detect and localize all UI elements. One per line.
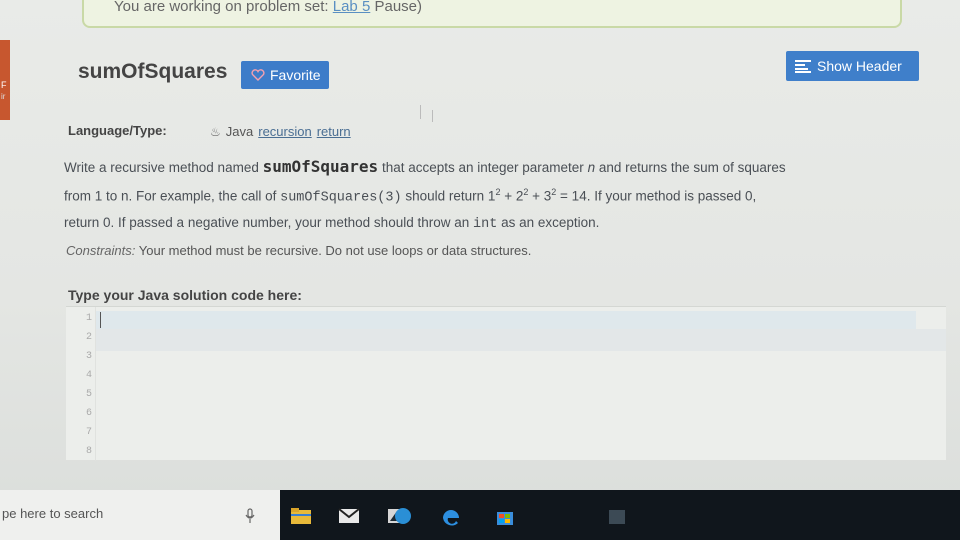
description-text: return 0. If passed a negative number, y… [64, 214, 473, 230]
method-name: sumOfSquares [262, 157, 379, 176]
taskbar: pe here to search [0, 490, 960, 540]
active-line-highlight [96, 311, 916, 329]
divider [432, 110, 433, 122]
tag-link[interactable]: return [317, 124, 351, 139]
mail-icon[interactable] [338, 506, 360, 526]
java-icon: ♨ [210, 124, 221, 139]
editor-line-shade [96, 329, 946, 351]
favorite-button[interactable]: Favorite [241, 61, 329, 89]
problem-set-link[interactable]: Lab 5 [333, 0, 371, 15]
code-editor[interactable]: 1 2 3 4 5 6 7 8 [66, 306, 946, 461]
line-number-gutter: 1 2 3 4 5 6 7 8 [66, 307, 96, 461]
problem-title: sumOfSquares [78, 60, 228, 83]
description-text: that accepts an integer parameter [378, 160, 588, 175]
notice-text: You are working on problem set: [114, 0, 329, 15]
constraints-text: Your method must be recursive. Do not us… [135, 243, 532, 258]
description-text: and returns the sum of squares [595, 160, 786, 175]
problem-set-notice: You are working on problem set: Lab 5 Pa… [82, 0, 902, 28]
app-icon[interactable] [606, 506, 628, 526]
skype-icon[interactable] [392, 506, 414, 526]
constraints: Constraints: Your method must be recursi… [66, 243, 531, 258]
inline-code: int [473, 216, 498, 232]
editor-prompt: Type your Java solution code here: [68, 287, 302, 303]
browser-page: F ir You are working on problem set: Lab… [0, 0, 960, 496]
description-text: from 1 to n. For example, the call of [64, 188, 281, 204]
description-text: Write a recursive method named [64, 160, 263, 175]
show-header-button[interactable]: Show Header [786, 51, 919, 81]
example-call: sumOfSquares(3) [280, 190, 402, 206]
mic-icon[interactable] [244, 508, 256, 524]
description-line: return 0. If passed a negative number, y… [64, 211, 924, 237]
description-text: = 14. If your method is passed 0, [556, 188, 757, 204]
taskbar-search-input[interactable]: pe here to search [0, 490, 280, 540]
description-text: as an exception. [497, 214, 600, 230]
description-text: + 2 [500, 188, 524, 204]
line-number: 5 [85, 389, 92, 400]
windows-store-bag-icon[interactable] [494, 506, 516, 526]
problem-description: Write a recursive method named sumOfSqua… [64, 155, 924, 237]
line-number: 1 [85, 313, 92, 324]
pause-link[interactable]: Pause) [374, 0, 422, 15]
divider [420, 105, 421, 119]
show-header-label: Show Header [817, 58, 902, 74]
line-number: 2 [85, 332, 92, 343]
line-number: 8 [85, 446, 92, 457]
search-placeholder: pe here to search [2, 506, 104, 521]
constraints-label: Constraints: [66, 243, 136, 258]
line-number: 6 [85, 408, 92, 419]
sidebar-char: F [1, 80, 7, 90]
sidebar-fragment: F ir [0, 40, 10, 120]
param-name: n [587, 160, 596, 175]
line-number: 3 [85, 351, 92, 362]
sidebar-char-2: ir [1, 92, 6, 101]
language-name: Java [225, 124, 254, 139]
language-label: Language/Type: [68, 123, 167, 138]
file-explorer-icon[interactable] [290, 506, 312, 526]
description-line: from 1 to n. For example, the call of su… [64, 180, 924, 211]
description-line: Write a recursive method named sumOfSqua… [64, 155, 924, 180]
language-values: ♨ Java recursion return [210, 124, 351, 139]
line-number: 7 [85, 427, 92, 438]
list-icon [795, 59, 811, 73]
favorite-label: Favorite [270, 67, 321, 83]
description-text: should return 1 [401, 188, 496, 204]
line-number: 4 [85, 370, 92, 381]
heart-icon [251, 69, 265, 81]
description-text: + 3 [528, 188, 552, 204]
tag-link[interactable]: recursion [258, 124, 311, 139]
text-cursor [100, 312, 101, 328]
edge-icon[interactable] [440, 506, 462, 526]
